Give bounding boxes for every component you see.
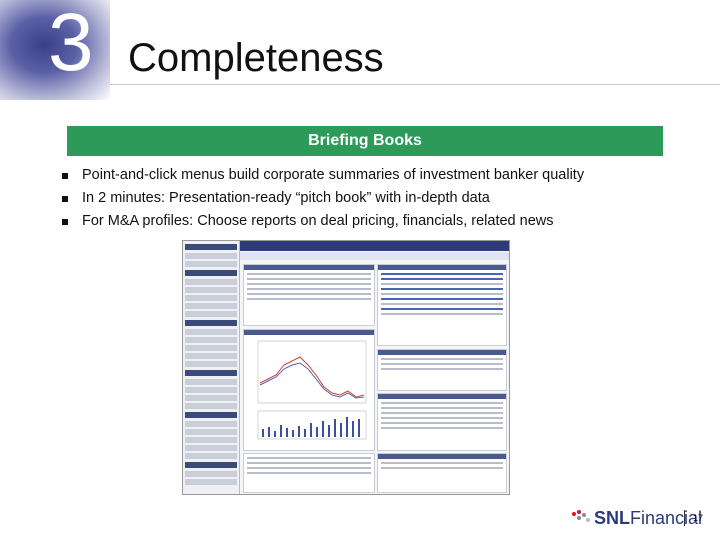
bullet-list: Point-and-click menus build corporate su… [62,164,584,233]
screenshot-news-panel [377,264,507,346]
title-divider [110,84,720,85]
slide-number: 3 [48,0,94,88]
screenshot-market-data-panel [243,264,375,326]
bullet-item: In 2 minutes: Presentation-ready “pitch … [62,187,584,210]
briefing-book-screenshot [182,240,510,495]
bullet-text: For M&A profiles: Choose reports on deal… [82,213,554,229]
screenshot-price-chart [243,329,375,451]
bullet-icon [62,218,68,225]
bullet-text: In 2 minutes: Presentation-ready “pitch … [82,190,490,206]
page-number: 17 [684,510,703,526]
bullet-item: Point-and-click menus build corporate su… [62,164,584,187]
screenshot-sidebar [183,241,240,494]
logo-dots-icon [572,510,590,524]
bullet-icon [62,172,68,179]
screenshot-highlights-panel [377,393,507,451]
snl-financial-logo: SNL Financial [572,508,702,529]
screenshot-returns-panel [243,453,375,493]
logo-snl: SNL [594,508,630,528]
bullet-icon [62,195,68,202]
screenshot-chart-graphic [257,340,367,440]
screenshot-header [240,241,509,251]
bullet-text: Point-and-click menus build corporate su… [82,167,585,183]
screenshot-subheader [240,252,509,260]
slide-title: Completeness [128,36,384,80]
screenshot-events-panel [377,453,507,493]
bullet-item: For M&A profiles: Choose reports on deal… [62,210,584,233]
section-banner: Briefing Books [67,126,663,156]
screenshot-credit-panel [377,349,507,391]
